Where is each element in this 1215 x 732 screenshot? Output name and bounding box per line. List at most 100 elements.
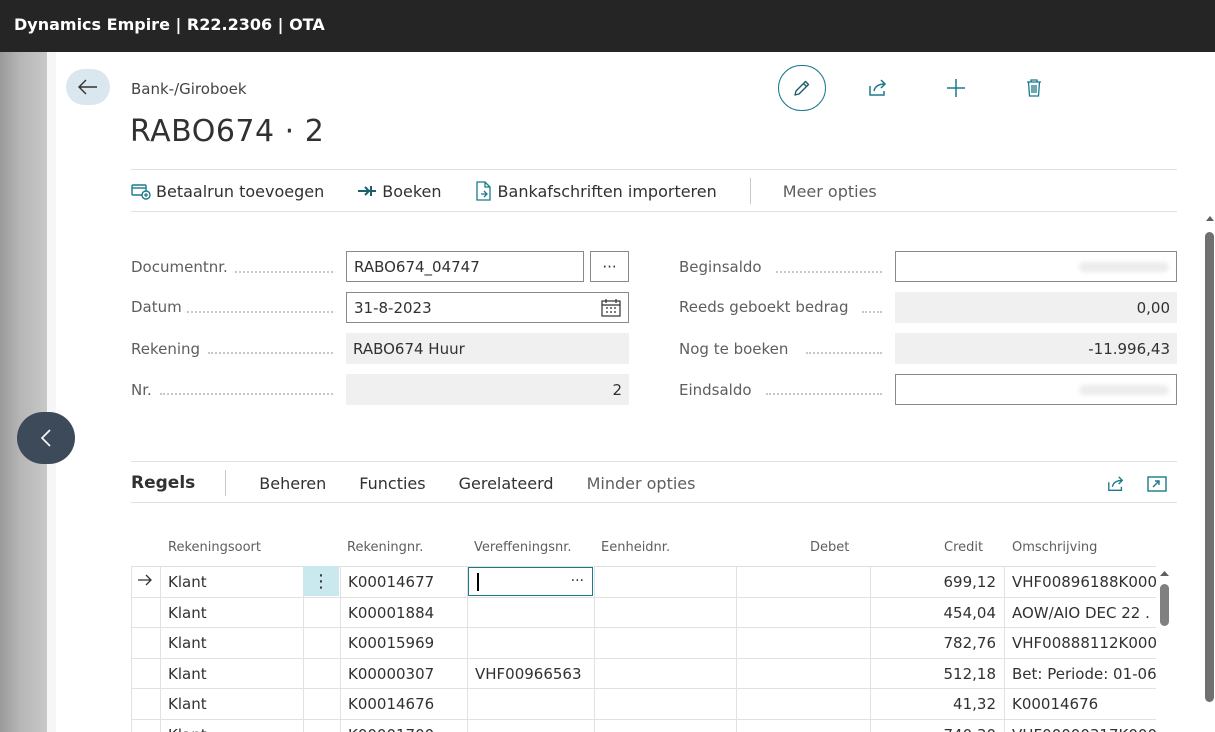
edit-button[interactable]: [778, 65, 826, 111]
leader-dots: [766, 393, 882, 395]
action-bar: Betaalrun toevoegen Boeken Bankafschrift…: [131, 178, 910, 204]
closing-balance-field[interactable]: [895, 374, 1177, 405]
cell-unit-no[interactable]: [594, 566, 736, 597]
cell-account-no[interactable]: K00015969: [340, 627, 467, 658]
leader-dots: [862, 311, 882, 313]
lines-expand-button[interactable]: [1145, 473, 1169, 495]
cell-description[interactable]: AOW/AIO DEC 22 .: [1004, 597, 1156, 628]
opening-balance-field[interactable]: [895, 251, 1177, 282]
delete-button[interactable]: [1018, 74, 1050, 102]
import-statements-button[interactable]: Bankafschriften importeren: [475, 181, 717, 201]
col-header-settlement-no[interactable]: Vereffeningsnr.: [474, 540, 572, 555]
col-header-debit[interactable]: Debet: [810, 540, 849, 555]
document-no-lookup-button[interactable]: ···: [590, 251, 629, 282]
date-field[interactable]: 31-8-2023: [346, 292, 629, 323]
cell-description[interactable]: Bet: Periode: 01-06: [1004, 658, 1156, 689]
cell-debit[interactable]: [736, 658, 870, 689]
grid-scrollbar-thumb[interactable]: [1160, 584, 1169, 626]
cell-unit-no[interactable]: [594, 719, 736, 732]
post-button[interactable]: Boeken: [357, 181, 442, 201]
cell-account-type[interactable]: Klant: [160, 658, 303, 689]
cell-settlement-no[interactable]: [467, 719, 594, 732]
cell-account-no[interactable]: K00014676: [340, 688, 467, 719]
col-header-account-type[interactable]: Rekeningsoort: [168, 540, 261, 555]
payment-run-button[interactable]: Betaalrun toevoegen: [131, 182, 324, 201]
cell-description[interactable]: VHF00888112K000: [1004, 627, 1156, 658]
app-title-bar: Dynamics Empire | R22.2306 | OTA: [0, 0, 1215, 52]
to-post-value: -11.996,43: [895, 333, 1177, 364]
to-post-label: Nog te boeken: [679, 340, 789, 358]
column-divider: [160, 566, 161, 732]
lines-toolbar-divider: [131, 502, 1177, 503]
cell-settlement-no[interactable]: [467, 597, 594, 628]
cell-unit-no[interactable]: [594, 627, 736, 658]
col-header-unit-no[interactable]: Eenheidnr.: [601, 540, 670, 555]
share-button[interactable]: [862, 74, 894, 102]
row-actions-button[interactable]: ⋮: [303, 566, 339, 596]
collapse-pane-button[interactable]: [17, 412, 75, 464]
cell-unit-no[interactable]: [594, 658, 736, 689]
cell-settlement-no[interactable]: VHF00966563: [467, 658, 594, 689]
grid-scroll-up-icon[interactable]: [1160, 570, 1169, 576]
cell-unit-no[interactable]: [594, 688, 736, 719]
lines-related-menu[interactable]: Gerelateerd: [459, 474, 554, 493]
new-button[interactable]: [940, 74, 972, 102]
share-icon: [869, 79, 887, 96]
cell-debit[interactable]: [736, 719, 870, 732]
cell-debit[interactable]: [736, 597, 870, 628]
cell-account-no[interactable]: K00000307: [340, 658, 467, 689]
cell-credit[interactable]: 454,04: [870, 597, 1004, 628]
blurred-value: [1079, 261, 1169, 272]
row-divider: [131, 658, 1156, 659]
cell-settlement-no[interactable]: [467, 627, 594, 658]
scroll-up-icon[interactable]: [1206, 215, 1214, 221]
calendar-icon[interactable]: [601, 298, 621, 317]
column-divider: [1004, 566, 1005, 732]
toolbar-separator: [225, 470, 227, 496]
lines-manage-menu[interactable]: Beheren: [259, 474, 326, 493]
col-header-description[interactable]: Omschrijving: [1012, 540, 1097, 555]
settlement-lookup-button[interactable]: ···: [571, 573, 584, 589]
cell-description[interactable]: VHF00896188K000: [1004, 566, 1156, 597]
cell-account-no[interactable]: K00014677: [340, 566, 467, 597]
cell-account-type[interactable]: Klant: [160, 597, 303, 628]
cell-credit[interactable]: 699,12: [870, 566, 1004, 597]
leader-dots: [776, 271, 882, 273]
cell-credit[interactable]: 740,30: [870, 719, 1004, 732]
cell-account-no[interactable]: K00001700: [340, 719, 467, 732]
closing-balance-label: Eindsaldo: [679, 381, 752, 399]
cell-debit[interactable]: [736, 627, 870, 658]
lines-title[interactable]: Regels: [131, 473, 195, 493]
lines-toolbar: Regels Beheren Functies Gerelateerd Mind…: [131, 470, 728, 496]
cell-description[interactable]: K00014676: [1004, 688, 1156, 719]
cell-credit[interactable]: 782,76: [870, 627, 1004, 658]
text-caret: [477, 573, 479, 591]
col-header-credit[interactable]: Credit: [944, 540, 983, 555]
document-no-label: Documentnr.: [131, 258, 228, 276]
cell-credit[interactable]: 512,18: [870, 658, 1004, 689]
cell-credit[interactable]: 41,32: [870, 688, 1004, 719]
account-label: Rekening: [131, 340, 201, 358]
cell-settlement-no[interactable]: [467, 688, 594, 719]
lines-top-divider: [131, 461, 1177, 462]
lines-share-button[interactable]: [1104, 473, 1128, 495]
back-button[interactable]: [66, 69, 110, 105]
cell-account-type[interactable]: Klant: [160, 688, 303, 719]
column-divider: [736, 566, 737, 732]
cell-account-type[interactable]: Klant: [160, 627, 303, 658]
col-header-account-no[interactable]: Rekeningnr.: [347, 540, 423, 555]
document-no-field[interactable]: RABO674_04747: [346, 251, 584, 282]
settlement-no-input[interactable]: ···: [468, 567, 593, 596]
cell-account-type[interactable]: Klant: [160, 719, 303, 732]
cell-account-no[interactable]: K00001884: [340, 597, 467, 628]
cell-description[interactable]: VHF00000317K000: [1004, 719, 1156, 732]
page-scrollbar-thumb[interactable]: [1205, 232, 1214, 702]
cell-debit[interactable]: [736, 688, 870, 719]
fewer-options-button[interactable]: Minder opties: [587, 474, 696, 493]
more-options-button[interactable]: Meer opties: [783, 182, 877, 201]
post-label: Boeken: [382, 181, 442, 201]
cell-unit-no[interactable]: [594, 597, 736, 628]
lines-functions-menu[interactable]: Functies: [359, 474, 425, 493]
cell-account-type[interactable]: Klant: [160, 566, 303, 597]
cell-debit[interactable]: [736, 566, 870, 597]
